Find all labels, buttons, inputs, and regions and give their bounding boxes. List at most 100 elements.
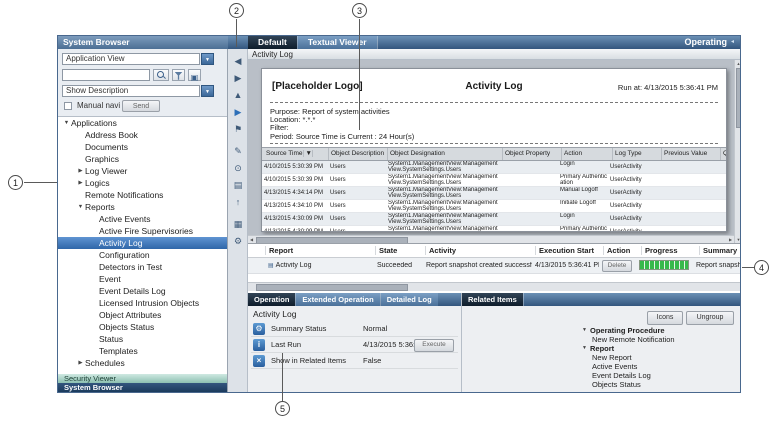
operation-content: Activity Log ⚙ Summary Status Normal i L… bbox=[248, 306, 461, 392]
cell-previous-value bbox=[656, 174, 714, 186]
execute-button[interactable]: Execute bbox=[414, 339, 454, 352]
tab-extended-operation[interactable]: Extended Operation bbox=[296, 293, 379, 306]
column-header-summary[interactable]: Summary bbox=[699, 246, 737, 255]
sidebar-item-remote-notifications[interactable]: Remote Notifications bbox=[58, 189, 227, 201]
sidebar-item-activity-log[interactable]: Activity Log bbox=[58, 237, 227, 249]
column-header-previous-value[interactable]: Previous Value bbox=[662, 148, 721, 160]
report-icon[interactable]: ▤ bbox=[230, 178, 246, 192]
show-description-dropdown[interactable]: Show Description bbox=[62, 85, 200, 97]
tab-detailed-log[interactable]: Detailed Log bbox=[381, 293, 438, 306]
tab-operation[interactable]: Operation bbox=[248, 293, 295, 306]
run-icon[interactable]: ▶ bbox=[230, 105, 246, 119]
sidebar-item-active-fire-supervisories[interactable]: Active Fire Supervisories bbox=[58, 225, 227, 237]
column-header-quality[interactable]: Quality bbox=[721, 148, 726, 160]
forward-icon[interactable]: ▶ bbox=[230, 71, 246, 85]
export-icon[interactable]: ↑ bbox=[230, 195, 246, 209]
tab-default[interactable]: Default bbox=[248, 36, 297, 49]
column-header-progress[interactable]: Progress bbox=[641, 246, 699, 255]
sidebar-item-status[interactable]: Status bbox=[58, 333, 227, 345]
sidebar-item-documents[interactable]: Documents bbox=[58, 141, 227, 153]
column-header-action[interactable]: Action bbox=[562, 148, 613, 160]
sidebar-item-event-details-log[interactable]: Event Details Log bbox=[58, 285, 227, 297]
column-header-activity[interactable]: Activity bbox=[425, 246, 535, 255]
sidebar-item-templates[interactable]: Templates bbox=[58, 345, 227, 357]
column-header-state[interactable]: State bbox=[375, 246, 425, 255]
related-group-report[interactable]: ▼Report bbox=[582, 344, 738, 353]
column-header-action[interactable]: Action bbox=[603, 246, 641, 255]
sidebar-item-detectors-in-test[interactable]: Detectors in Test bbox=[58, 261, 227, 273]
sidebar-item-licensed-intrusion-objects[interactable]: Licensed Intrusion Objects bbox=[58, 297, 227, 309]
security-viewer-collapsed-pane[interactable]: Security Viewer bbox=[58, 374, 227, 383]
filter-button[interactable] bbox=[172, 69, 185, 81]
sidebar-item-log-viewer[interactable]: ▶Log Viewer bbox=[58, 165, 227, 177]
scrollbar-thumb[interactable] bbox=[256, 284, 408, 291]
table-row[interactable]: 4/10/2015 5:30:39 PM Users System1.Manag… bbox=[262, 174, 726, 187]
app-window: System Browser Application View ▼ ▣ Show… bbox=[57, 35, 741, 393]
related-group-operating-procedure[interactable]: ▼Operating Procedure bbox=[582, 326, 738, 335]
scrollbar-thumb[interactable] bbox=[736, 68, 741, 128]
sidebar-item-schedules[interactable]: ▶Schedules bbox=[58, 357, 227, 369]
column-header-execution-start[interactable]: Execution Start bbox=[535, 246, 603, 255]
pane-collapse-icon[interactable]: ◂ bbox=[731, 36, 741, 49]
info-icon[interactable]: i bbox=[253, 339, 265, 351]
sidebar-item-address-book[interactable]: Address Book bbox=[58, 129, 227, 141]
table-row[interactable]: 4/13/2015 4:30:09 PM Users System1.Manag… bbox=[262, 213, 726, 226]
related-item-active-events[interactable]: Active Events bbox=[582, 362, 738, 371]
column-header-object-property[interactable]: Object Property bbox=[503, 148, 562, 160]
cell-object-property bbox=[500, 226, 558, 232]
column-header-object-designation[interactable]: Object Designation bbox=[388, 148, 503, 160]
table-row[interactable]: 4/10/2015 5:30:39 PM Users System1.Manag… bbox=[262, 161, 726, 174]
sidebar-item-event[interactable]: Event bbox=[58, 273, 227, 285]
search-button[interactable] bbox=[153, 69, 169, 81]
send-button[interactable]: Send bbox=[122, 100, 160, 112]
execution-row[interactable]: ▤Activity Log Succeeded Report snapshot … bbox=[248, 258, 741, 274]
sidebar-item-logics[interactable]: ▶Logics bbox=[58, 177, 227, 189]
edit-icon[interactable]: ✎ bbox=[230, 144, 246, 158]
application-view-dropdown-button[interactable]: ▼ bbox=[201, 53, 214, 65]
gear-icon[interactable]: ⚙ bbox=[253, 323, 265, 335]
save-button[interactable]: ▣ bbox=[188, 69, 201, 81]
system-browser-collapsed-pane[interactable]: System Browser bbox=[58, 383, 227, 392]
sidebar-item-active-events[interactable]: Active Events bbox=[58, 213, 227, 225]
flag-icon[interactable]: ⚑ bbox=[230, 122, 246, 136]
sidebar-item-reports[interactable]: ▼Reports bbox=[58, 201, 227, 213]
table-row[interactable]: 4/13/2015 4:30:09 PM Users System1.Manag… bbox=[262, 226, 726, 232]
scroll-right-icon[interactable]: ▶ bbox=[727, 236, 734, 243]
show-description-dropdown-button[interactable]: ▼ bbox=[201, 85, 214, 97]
sidebar-item-object-attributes[interactable]: Object Attributes bbox=[58, 309, 227, 321]
settings-icon[interactable]: ⚙ bbox=[230, 234, 246, 248]
related-item-new-remote-notification[interactable]: New Remote Notification bbox=[582, 335, 738, 344]
ungroup-button[interactable]: Ungroup bbox=[686, 311, 734, 325]
zoom-icon[interactable]: ⊙ bbox=[230, 161, 246, 175]
manual-navigation-checkbox[interactable] bbox=[64, 102, 72, 110]
grid-icon[interactable]: ▦ bbox=[230, 217, 246, 231]
scroll-down-icon[interactable]: ▼ bbox=[735, 236, 741, 243]
sidebar-item-configuration[interactable]: Configuration bbox=[58, 249, 227, 261]
column-header-source-time[interactable]: Source Time▼ bbox=[262, 148, 329, 160]
horizontal-scrollbar[interactable] bbox=[248, 282, 741, 291]
application-view-dropdown[interactable]: Application View bbox=[62, 53, 200, 65]
up-icon[interactable]: ▲ bbox=[230, 88, 246, 102]
related-item-new-report[interactable]: New Report bbox=[582, 353, 738, 362]
sidebar-item-objects-status[interactable]: Objects Status bbox=[58, 321, 227, 333]
column-header-report[interactable]: Report bbox=[265, 246, 375, 255]
search-input[interactable] bbox=[62, 69, 150, 81]
scroll-left-icon[interactable]: ◀ bbox=[248, 236, 255, 243]
cross-icon[interactable]: × bbox=[253, 355, 265, 367]
back-icon[interactable]: ◀ bbox=[230, 54, 246, 68]
tab-related-items[interactable]: Related Items bbox=[462, 293, 523, 306]
related-item-objects-status[interactable]: Objects Status bbox=[582, 380, 738, 389]
vertical-scrollbar[interactable]: ▲ ▼ bbox=[734, 60, 741, 243]
delete-button[interactable]: Delete bbox=[602, 260, 632, 272]
sidebar-item-graphics[interactable]: Graphics bbox=[58, 153, 227, 165]
column-header-log-type[interactable]: Log Type bbox=[613, 148, 662, 160]
scroll-up-icon[interactable]: ▲ bbox=[735, 60, 741, 67]
table-row[interactable]: 4/13/2015 4:34:10 PM Users System1.Manag… bbox=[262, 200, 726, 213]
related-item-event-details-log[interactable]: Event Details Log bbox=[582, 371, 738, 380]
icons-button[interactable]: Icons bbox=[647, 311, 683, 325]
table-row[interactable]: 4/13/2015 4:34:14 PM Users System1.Manag… bbox=[262, 187, 726, 200]
tab-textual-viewer[interactable]: Textual Viewer bbox=[298, 36, 377, 49]
sidebar-item-applications[interactable]: ▼Applications bbox=[58, 117, 227, 129]
column-header-object-description[interactable]: Object Description bbox=[329, 148, 388, 160]
horizontal-scrollbar[interactable]: ◀ ▶ bbox=[248, 235, 734, 243]
